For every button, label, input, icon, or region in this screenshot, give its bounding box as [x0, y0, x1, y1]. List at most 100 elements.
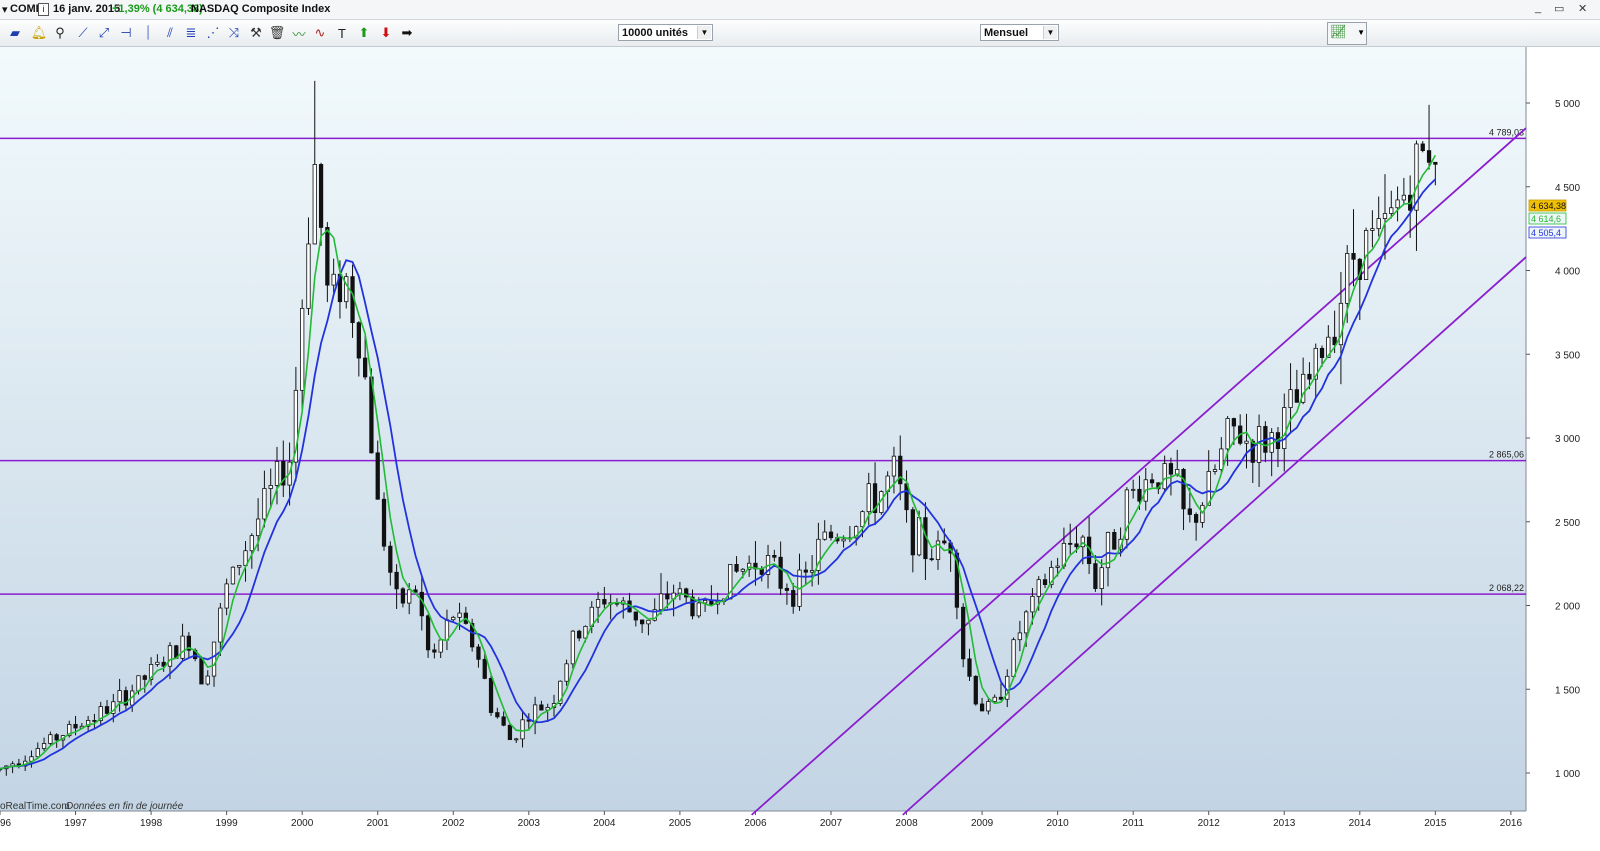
candle-body — [891, 455, 897, 477]
x-tick-label: 2013 — [1273, 818, 1296, 829]
candle-body — [268, 485, 273, 489]
candle-body — [841, 538, 846, 542]
hammer-icon[interactable]: ⚒ — [247, 23, 265, 43]
candle-body — [224, 583, 229, 609]
x-tick-label: 2006 — [744, 818, 767, 829]
candle-body — [1319, 347, 1325, 358]
candle-body — [740, 568, 745, 572]
candle-body — [262, 488, 267, 520]
close-button[interactable]: ✕ — [1578, 2, 1587, 15]
candle-body — [488, 678, 494, 713]
candle-body — [180, 635, 185, 659]
x-tick-label: 2002 — [442, 818, 465, 829]
gann-icon[interactable]: ⤨ — [225, 23, 243, 43]
candle-body — [407, 589, 412, 604]
candle-body — [942, 540, 947, 544]
x-tick-label: 96 — [0, 818, 12, 829]
trash-icon[interactable]: 🗑︎ — [268, 23, 286, 43]
candle-body — [929, 558, 934, 561]
y-tick-label: 4 000 — [1555, 267, 1580, 278]
candle-body — [1036, 579, 1041, 597]
index-name: NASDAQ Composite Index — [191, 3, 331, 15]
x-tick-label: 2016 — [1500, 818, 1523, 829]
candle-body — [1382, 213, 1388, 219]
candle-body — [375, 452, 380, 500]
candle-body — [1149, 479, 1155, 484]
candle-body — [514, 738, 519, 741]
candle-body — [1042, 579, 1048, 586]
last-value-label: 4 634,38 — [1531, 201, 1566, 211]
candle-body — [1288, 389, 1293, 408]
wave-icon[interactable]: ∿ — [311, 23, 329, 43]
candle-body — [381, 498, 387, 547]
next-arrow-icon[interactable]: ➡ — [398, 23, 416, 43]
candle-body — [92, 720, 97, 722]
candle-body — [1099, 567, 1104, 589]
candle-body — [400, 588, 406, 604]
buy-arrow-icon[interactable]: ⬆ — [355, 23, 373, 43]
dropdown-icon[interactable]: ▾ — [2, 3, 8, 16]
candle-body — [1162, 463, 1167, 490]
candle-body — [249, 535, 254, 552]
chart-area[interactable]: 5 000 4 500 4 000 3 500 3 000 2 500 2 000 1 500… — [0, 47, 1600, 846]
bell-icon[interactable]: 🔔︎ — [30, 23, 48, 43]
info-icon[interactable]: i — [38, 3, 49, 16]
candle-body — [73, 724, 78, 729]
magnifier-icon[interactable]: ⚲ — [51, 23, 69, 43]
candle-body — [1294, 389, 1299, 403]
candle-body — [1093, 563, 1098, 589]
candle-body — [665, 593, 670, 600]
ray-icon[interactable]: ⤢ — [95, 23, 113, 43]
candle-body — [658, 593, 664, 611]
candle-body — [992, 696, 997, 702]
price-chart[interactable]: 5 000 4 500 4 000 3 500 3 000 2 500 2 000 1 500… — [0, 47, 1600, 846]
chevron-down-icon[interactable]: ▼ — [697, 26, 711, 39]
horizontal-line-icon[interactable]: ⊣ — [117, 23, 135, 43]
minimize-button[interactable]: _ — [1535, 2, 1541, 14]
vertical-line-icon[interactable]: ⏐ — [139, 23, 157, 43]
candle-body — [1389, 207, 1394, 214]
candle-body — [633, 611, 638, 621]
candle-body — [306, 243, 311, 309]
candle-body — [476, 646, 481, 660]
x-tick-label: 2010 — [1046, 818, 1069, 829]
candle-body — [199, 658, 204, 685]
price-axis-background — [1526, 47, 1600, 846]
candle-body — [1011, 639, 1016, 677]
candle-body — [451, 616, 456, 621]
candle-body — [167, 645, 173, 667]
x-tick-label: 2003 — [518, 818, 541, 829]
chevron-down-icon[interactable]: ▼ — [1043, 26, 1057, 39]
candle-body — [1055, 565, 1060, 568]
candle-body — [828, 531, 834, 539]
channel-icon[interactable]: ⫽ — [161, 23, 179, 43]
fibonacci-icon[interactable]: ≣ — [182, 23, 200, 43]
candle-body — [507, 724, 513, 741]
candle-body — [809, 570, 815, 573]
level-label: 4 789,03 — [1489, 127, 1524, 137]
restore-button[interactable]: ▭ — [1554, 2, 1564, 15]
pitchfork-icon[interactable]: ⋰ — [204, 23, 222, 43]
trendline-icon[interactable]: ⟋ — [74, 23, 92, 43]
candle-body — [388, 545, 393, 573]
text-icon[interactable]: T — [333, 23, 351, 43]
date-label: 16 janv. 2015 — [53, 3, 121, 15]
candle-body — [577, 630, 582, 639]
units-select[interactable]: 10000 unités ▼ — [618, 24, 713, 41]
period-select[interactable]: Mensuel ▼ — [980, 24, 1059, 41]
candle-body — [1212, 469, 1218, 472]
sell-arrow-icon[interactable]: ⬇ — [377, 23, 395, 43]
data-source-label: oRealTime.com — [0, 801, 70, 812]
candle-body — [1401, 194, 1407, 201]
zigzag-icon[interactable]: 〰 — [290, 23, 308, 43]
candle-body — [363, 357, 368, 378]
chart-style-button[interactable]: 📈︎ ▼ — [1327, 22, 1367, 45]
x-tick-label: 2000 — [291, 818, 314, 829]
candle-body — [501, 716, 506, 726]
candle-body — [211, 641, 217, 677]
data-note-label: Données en fin de journée — [66, 801, 184, 812]
ruler-icon[interactable]: ▰ — [6, 23, 24, 43]
candle-body — [1351, 253, 1356, 260]
candle-body — [898, 455, 903, 485]
y-tick-label: 2 500 — [1555, 518, 1580, 529]
